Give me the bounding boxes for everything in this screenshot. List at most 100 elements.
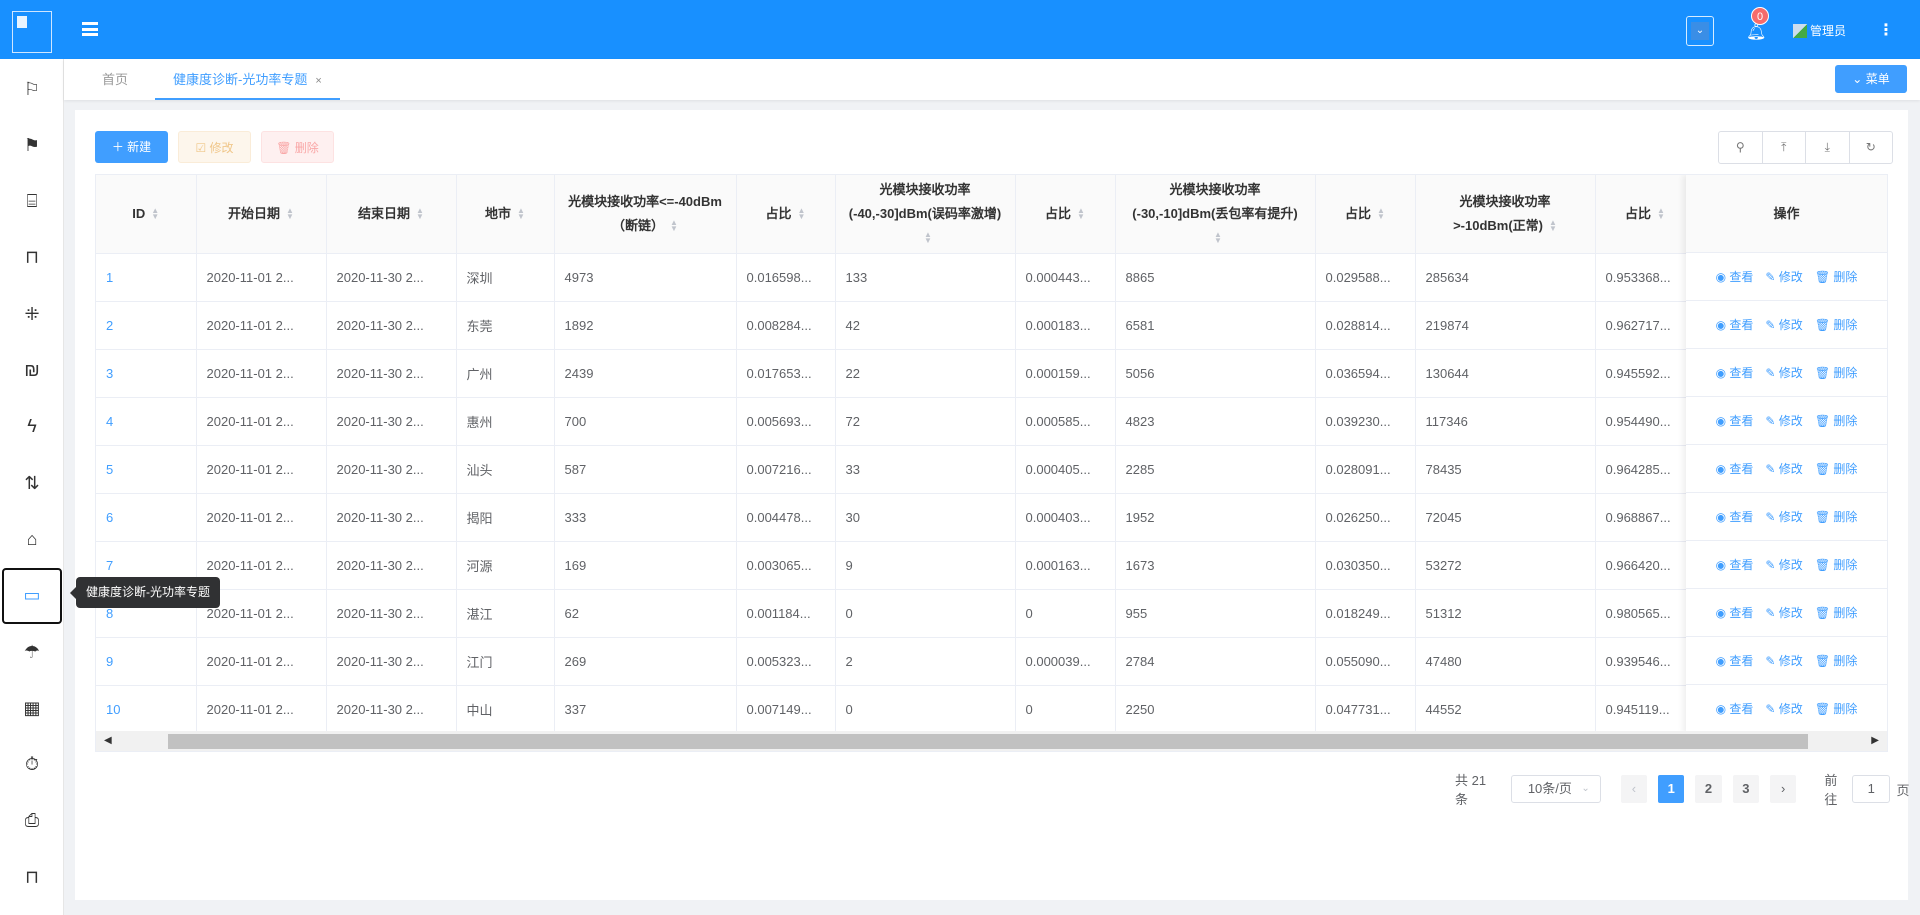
delete-button[interactable]: 🗑︎ 删除 <box>261 131 334 163</box>
row-id-link[interactable]: 3 <box>96 349 197 398</box>
sort-icon[interactable]: ▲ ▼ <box>416 207 424 221</box>
page-2[interactable]: 2 <box>1695 775 1722 803</box>
row-delete-button[interactable]: 🗑︎ 删除 <box>1815 412 1858 429</box>
page-1[interactable]: 1 <box>1658 775 1685 803</box>
column-header[interactable]: 光模块接收功率>-10dBm(正常) ▲ ▼ <box>1415 175 1596 254</box>
row-view-button[interactable]: ◉ 查看 <box>1716 556 1754 573</box>
row-delete-button[interactable]: 🗑︎ 删除 <box>1815 268 1858 285</box>
sort-icon[interactable]: ▲ ▼ <box>286 207 294 221</box>
row-edit-button[interactable]: ✎ 修改 <box>1765 316 1802 333</box>
row-edit-button[interactable]: ✎ 修改 <box>1765 604 1802 621</box>
column-header[interactable]: 占比 ▲ ▼ <box>1015 175 1116 254</box>
more-vertical-icon[interactable]: ⋮ <box>1878 20 1894 40</box>
row-view-button[interactable]: ◉ 查看 <box>1716 268 1754 285</box>
scrollbar-thumb[interactable] <box>168 734 1808 749</box>
prev-page-button[interactable]: ‹ <box>1620 775 1648 803</box>
row-edit-button[interactable]: ✎ 修改 <box>1765 364 1802 381</box>
row-delete-button[interactable]: 🗑︎ 删除 <box>1815 652 1858 669</box>
row-delete-button[interactable]: 🗑︎ 删除 <box>1815 604 1858 621</box>
row-id-link[interactable]: 6 <box>96 493 197 542</box>
column-header[interactable]: 开始日期 ▲ ▼ <box>196 175 327 254</box>
row-id-link[interactable]: 1 <box>96 253 197 302</box>
sort-icon[interactable]: ▲ ▼ <box>798 207 806 221</box>
new-button[interactable]: ＋ 新建 <box>95 131 168 163</box>
column-header[interactable]: 光模块接收功率<=-40dBm（断链） ▲ ▼ <box>554 175 737 254</box>
sidebar-item-8[interactable]: ⇅ <box>2 455 62 511</box>
row-edit-button[interactable]: ✎ 修改 <box>1765 652 1802 669</box>
row-id-link[interactable]: 2 <box>96 301 197 350</box>
sidebar-item-6[interactable]: ₪ <box>2 343 62 399</box>
scroll-right-icon[interactable]: ▶ <box>1871 735 1879 746</box>
sidebar-item-9[interactable]: ⌂ <box>2 511 62 567</box>
goto-page-input[interactable]: 1 <box>1851 775 1891 803</box>
tab-optical-power[interactable]: 健康度诊断-光功率专题 × <box>155 59 340 100</box>
sidebar-item-2[interactable]: ⚑ <box>2 117 62 173</box>
sidebar-item-3[interactable]: ⌸ <box>2 174 62 230</box>
column-header[interactable]: 占比 ▲ ▼ <box>736 175 836 254</box>
sidebar-item-12[interactable]: ▦ <box>2 680 62 736</box>
sidebar-item-14[interactable]: ⎙ <box>2 793 62 849</box>
row-delete-button[interactable]: 🗑︎ 删除 <box>1815 364 1858 381</box>
row-edit-button[interactable]: ✎ 修改 <box>1765 268 1802 285</box>
sort-icon[interactable]: ▲ ▼ <box>1549 219 1557 233</box>
download-icon[interactable]: ⤓ <box>1806 132 1850 163</box>
sort-icon[interactable]: ▲ ▼ <box>1657 207 1665 221</box>
sidebar-item-10[interactable]: ▭ <box>2 567 62 624</box>
menu-toggle-icon[interactable] <box>82 22 98 36</box>
menu-button[interactable]: ⌄ 菜单 <box>1835 65 1907 93</box>
user-menu[interactable]: 管理员 <box>1793 22 1846 39</box>
sort-icon[interactable]: ▲ ▼ <box>670 219 678 233</box>
edit-button[interactable]: ☑ 修改 <box>178 131 251 163</box>
row-view-button[interactable]: ◉ 查看 <box>1716 460 1754 477</box>
page-size-select[interactable]: 10条/页 ⌄ <box>1510 775 1601 803</box>
row-view-button[interactable]: ◉ 查看 <box>1716 604 1754 621</box>
row-delete-button[interactable]: 🗑︎ 删除 <box>1815 700 1858 717</box>
sort-icon[interactable]: ▲ ▼ <box>1077 207 1085 221</box>
horizontal-scrollbar[interactable]: ◀ ▶ <box>96 731 1887 751</box>
row-id-link[interactable]: 4 <box>96 397 197 446</box>
row-delete-button[interactable]: 🗑︎ 删除 <box>1815 460 1858 477</box>
upload-icon[interactable]: ⤒ <box>1763 132 1806 163</box>
close-icon[interactable]: × <box>315 75 321 87</box>
sidebar-item-5[interactable]: ⁜ <box>2 286 62 342</box>
row-view-button[interactable]: ◉ 查看 <box>1716 412 1754 429</box>
row-id-link[interactable]: 10 <box>96 685 197 734</box>
column-header[interactable]: 结束日期 ▲ ▼ <box>326 175 457 254</box>
row-delete-button[interactable]: 🗑︎ 删除 <box>1815 508 1858 525</box>
row-delete-button[interactable]: 🗑︎ 删除 <box>1815 316 1858 333</box>
search-icon[interactable]: ⚲ <box>1719 132 1763 163</box>
column-header[interactable]: 地市 ▲ ▼ <box>456 175 555 254</box>
sidebar-item-11[interactable]: ☂ <box>2 624 62 680</box>
row-id-link[interactable]: 5 <box>96 445 197 494</box>
row-edit-button[interactable]: ✎ 修改 <box>1765 460 1802 477</box>
sort-icon[interactable]: ▲ ▼ <box>1377 207 1385 221</box>
column-header[interactable]: ID ▲ ▼ <box>96 175 197 254</box>
sidebar-item-4[interactable]: ⊓ <box>2 230 62 286</box>
scroll-left-icon[interactable]: ◀ <box>104 735 112 746</box>
header-dropdown-button[interactable]: ⌄ <box>1686 16 1714 46</box>
column-header[interactable]: 光模块接收功率(-40,-30]dBm(误码率激增) ▲ ▼ <box>835 175 1016 254</box>
sort-icon[interactable]: ▲ ▼ <box>151 207 159 221</box>
row-edit-button[interactable]: ✎ 修改 <box>1765 700 1802 717</box>
row-id-link[interactable]: 9 <box>96 637 197 686</box>
column-header[interactable]: 光模块接收功率(-30,-10]dBm(丢包率有提升) ▲ ▼ <box>1115 175 1316 254</box>
bell-icon[interactable]: 🔔︎ <box>1746 22 1766 42</box>
sidebar-item-7[interactable]: ϟ <box>2 399 62 455</box>
row-edit-button[interactable]: ✎ 修改 <box>1765 508 1802 525</box>
row-view-button[interactable]: ◉ 查看 <box>1716 316 1754 333</box>
tab-home[interactable]: 首页 <box>102 59 128 100</box>
row-edit-button[interactable]: ✎ 修改 <box>1765 412 1802 429</box>
sort-icon[interactable]: ▲ ▼ <box>924 231 932 245</box>
sidebar-item-1[interactable]: ⚐ <box>2 61 62 117</box>
column-header[interactable]: 占比 ▲ ▼ <box>1595 175 1696 254</box>
sort-icon[interactable]: ▲ ▼ <box>1214 231 1222 245</box>
refresh-icon[interactable]: ↻ <box>1850 132 1893 163</box>
row-view-button[interactable]: ◉ 查看 <box>1716 652 1754 669</box>
row-view-button[interactable]: ◉ 查看 <box>1716 508 1754 525</box>
row-view-button[interactable]: ◉ 查看 <box>1716 700 1754 717</box>
next-page-button[interactable]: › <box>1770 775 1797 803</box>
sidebar-item-15[interactable]: ⊓ <box>2 849 62 905</box>
sort-icon[interactable]: ▲ ▼ <box>517 207 525 221</box>
row-view-button[interactable]: ◉ 查看 <box>1716 364 1754 381</box>
column-header[interactable]: 占比 ▲ ▼ <box>1315 175 1416 254</box>
